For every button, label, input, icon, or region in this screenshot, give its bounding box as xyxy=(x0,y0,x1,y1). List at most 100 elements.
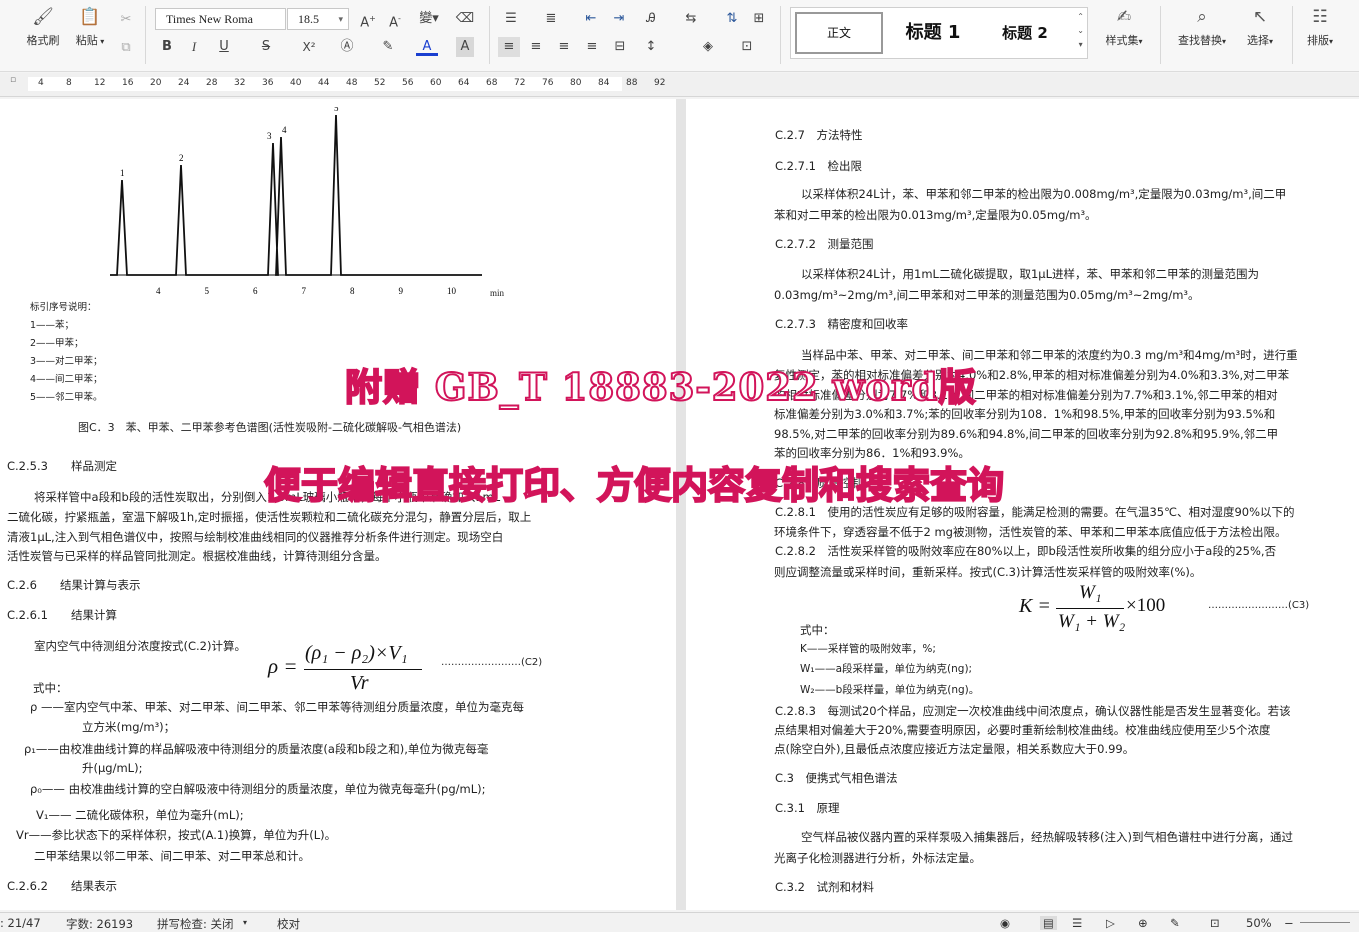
para-c271-1: 以采样体积24L计，苯、甲苯和邻二甲苯的检出限为0.008mg/m³,定量限为0… xyxy=(801,187,1287,201)
font-shrink-icon[interactable]: A- xyxy=(384,9,406,30)
page-indicator[interactable]: : 21/47 xyxy=(0,916,41,930)
style-set-button[interactable]: ✍ 样式集▾ xyxy=(1098,6,1150,48)
peak-label: 4 xyxy=(282,125,287,135)
play-icon[interactable]: ▷ xyxy=(1106,916,1115,930)
ruler-tick: 44 xyxy=(318,78,330,88)
style-heading-1[interactable]: 标题 1 xyxy=(891,12,975,54)
ruler-tick: 28 xyxy=(206,78,218,88)
superscript-button[interactable]: X² xyxy=(295,37,323,57)
ruler-tick: 56 xyxy=(402,78,414,88)
peak-label: 2 xyxy=(179,153,184,163)
para-c261: 室内空气中待测组分浓度按式(C.2)计算。 xyxy=(34,639,246,653)
proofread-button[interactable]: 校对 xyxy=(277,916,300,932)
style-heading-2[interactable]: 标题 2 xyxy=(983,12,1067,54)
para-c31-2: 光离子化检测器进行分析，外标法定量。 xyxy=(774,851,981,865)
outline-view-icon[interactable]: ☰ xyxy=(1072,916,1082,930)
line-spacing-icon[interactable]: ↕ xyxy=(640,37,662,57)
fit-page-icon[interactable]: ⊡ xyxy=(1210,916,1220,930)
zoom-out-icon[interactable]: − xyxy=(1284,916,1294,930)
align-right-icon[interactable]: ≡ xyxy=(553,37,575,57)
ruler-tick: 20 xyxy=(150,78,162,88)
style-set-icon: ✍ xyxy=(1116,7,1132,27)
bullet-list-icon[interactable]: ☰ xyxy=(500,9,522,29)
underline-button[interactable]: U xyxy=(213,37,235,57)
legend-item: 1——苯； xyxy=(30,320,75,331)
char-shading-icon[interactable]: A xyxy=(456,37,474,57)
chevron-down-icon[interactable]: ▾ xyxy=(243,918,247,927)
word-count[interactable]: 字数: 26193 xyxy=(66,916,133,932)
sort-icon[interactable]: ⇅ xyxy=(721,9,743,29)
strikethrough-button[interactable]: S xyxy=(255,37,277,57)
paste-button[interactable]: 📋 粘贴 ▾ xyxy=(70,6,110,48)
ruler-tick: 68 xyxy=(486,78,498,88)
where-label-right: 式中： xyxy=(800,623,835,637)
font-grow-icon[interactable]: A+ xyxy=(357,9,379,30)
show-marks-icon[interactable]: ⊞ xyxy=(748,9,770,29)
horizontal-ruler[interactable]: 4 8 12 16 20 24 28 32 36 40 44 48 52 56 60 64 68 72 76 80 84… xyxy=(0,73,1359,97)
spell-check-status[interactable]: 拼写检查: 关闭 xyxy=(157,916,234,932)
copy-icon[interactable]: ⧉ xyxy=(115,38,137,58)
page-view-icon[interactable]: ▤ xyxy=(1040,916,1057,930)
para-c283-3: 点(除空白外),且最低点浓度应接近方法定量限，相关系数应大于0.99。 xyxy=(774,742,1135,756)
text-direction-icon[interactable]: ⇆ xyxy=(680,9,702,29)
para-c253-2: 二硫化碳，拧紧瓶盖，室温下解吸1h,定时振摇，使活性炭颗粒和二硫化碳充分混匀，静… xyxy=(7,510,532,524)
format-painter-button[interactable]: 🖌 格式刷 xyxy=(22,6,64,48)
status-bar: : 21/47 字数: 26193 拼写检查: 关闭 ▾ 校对 ◉ ▤ ☰ ▷ … xyxy=(0,912,1359,932)
legend-item: 5——邻二甲苯。 xyxy=(30,392,103,403)
shading-icon[interactable]: ◈ xyxy=(697,37,719,57)
ruler-tick: 92 xyxy=(654,78,666,88)
bold-button[interactable]: B xyxy=(156,37,178,57)
phonetic-guide-icon[interactable]: 變▾ xyxy=(412,9,446,29)
distribute-icon[interactable]: ⊟ xyxy=(609,37,631,57)
highlight-icon[interactable]: ✎ xyxy=(377,37,399,57)
numbered-list-icon[interactable]: ≣ xyxy=(540,9,562,29)
ruler-tick: 16 xyxy=(122,78,134,88)
ruler-tick: 8 xyxy=(66,78,72,88)
find-replace-button[interactable]: ⌕ 查找替换▾ xyxy=(1171,6,1233,48)
cut-icon[interactable]: ✂ xyxy=(115,10,137,30)
gallery-scroll-icon[interactable]: ⌃ ⌄ ▾ xyxy=(1077,10,1084,52)
format-painter-icon: 🖌 xyxy=(32,7,54,27)
def-k: K——采样管的吸附效率，%; xyxy=(800,643,936,655)
chevron-down-icon: ▾ xyxy=(338,14,343,24)
font-size-select[interactable]: 18.5 ▾ xyxy=(287,8,349,30)
pen-icon[interactable]: ✎ xyxy=(1170,916,1180,930)
borders-icon[interactable]: ⊡ xyxy=(736,37,758,57)
legend-title: 标引序号说明： xyxy=(30,302,97,313)
x-tick-label: 10 xyxy=(447,286,457,296)
x-tick-label: 7 xyxy=(302,286,307,296)
font-name-select[interactable]: Times New Roma xyxy=(155,8,286,30)
legend-item: 4——间二甲苯； xyxy=(30,374,103,385)
zoom-level[interactable]: 50% xyxy=(1246,916,1272,930)
para-c271-2: 苯和对二甲苯的检出限为0.013mg/m³,定量限为0.05mg/m³。 xyxy=(774,208,1097,222)
ruler-tick: 52 xyxy=(374,78,386,88)
align-center-icon[interactable]: ≡ xyxy=(525,37,547,57)
def-rho0: ρ₀—— 由校准曲线计算的空白解吸液中待测组分的质量浓度，单位为微克每毫升(pg… xyxy=(30,782,486,796)
char-case-icon[interactable]: Ꭿ xyxy=(640,9,662,29)
heading-c272: C.2.7.2 测量范围 xyxy=(775,237,874,251)
web-view-icon[interactable]: ⊕ xyxy=(1138,916,1148,930)
eye-icon[interactable]: ◉ xyxy=(1000,916,1010,930)
arrange-button[interactable]: ☷ 排版▾ xyxy=(1300,6,1340,48)
search-icon: ⌕ xyxy=(1197,7,1207,27)
style-normal[interactable]: 正文 xyxy=(795,12,883,54)
italic-button[interactable]: I xyxy=(183,37,205,57)
ruler-tick: 40 xyxy=(290,78,302,88)
font-color-button[interactable]: A xyxy=(416,37,438,56)
decrease-indent-icon[interactable]: ⇤ xyxy=(580,9,602,29)
text-effect-icon[interactable]: Ⓐ xyxy=(336,37,358,57)
tab-stop-icon[interactable]: ▫ xyxy=(10,75,16,85)
select-button[interactable]: ↖ 选择▾ xyxy=(1240,6,1280,48)
heading-c253: C.2.5.3 样品测定 xyxy=(7,459,117,473)
style-gallery: 正文 标题 1 标题 2 ⌃ ⌄ ▾ xyxy=(790,7,1088,59)
zoom-slider[interactable] xyxy=(1300,922,1350,923)
para-c31-1: 空气样品被仪器内置的采样泵吸入捕集器后，经热解吸转移(注入)到气相色谱柱中进行分… xyxy=(801,830,1293,844)
ruler-tick: 36 xyxy=(262,78,274,88)
increase-indent-icon[interactable]: ⇥ xyxy=(608,9,630,29)
justify-icon[interactable]: ≡ xyxy=(581,37,603,57)
x-tick-label: 5 xyxy=(205,286,210,296)
eraser-icon[interactable]: ⌫ xyxy=(454,9,476,29)
align-left-icon[interactable]: ≡ xyxy=(498,37,520,57)
peak-label: 3 xyxy=(267,131,272,141)
ruler-tick: 32 xyxy=(234,78,246,88)
